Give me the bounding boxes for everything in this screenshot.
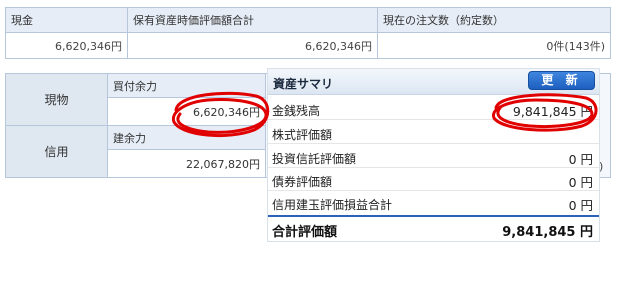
cash-balance-label: 金銭残高 [272,104,321,118]
row-fund-valuation: 投資信託評価額 0 円 [268,145,599,168]
fund-valuation-value: 0 円 [568,152,593,167]
order-count-header: 現在の注文数（約定数） [377,7,611,33]
kaitsuke-label: 買付余力 [107,73,266,98]
summary-value-row: 6,620,346円 6,620,346円 0件(143件) [5,32,611,59]
refresh-button[interactable]: 更 新 [528,71,595,90]
cash-balance-value: 9,841,845 円 [512,104,593,119]
bond-valuation-label: 債券評価額 [272,175,333,189]
row-bond-valuation: 債券評価額 0 円 [268,168,599,191]
row-margin-pnl: 信用建玉評価損益合計 0 円 [268,191,599,214]
right-partial-text: ) [599,160,604,173]
stock-valuation-label: 株式評価額 [272,128,333,142]
bond-valuation-value: 0 円 [568,175,593,190]
row-cash-balance: 金銭残高 9,841,845 円 [268,97,599,120]
tate-label: 建余力 [107,125,266,150]
total-valuation-label: 合計評価額 [272,225,338,240]
cash-value: 6,620,346円 [5,32,128,59]
asset-summary-popup: 資産サマリ 更 新 金銭残高 9,841,845 円 株式評価額 投資信託評価額… [268,69,599,241]
tate-value: 22,067,820円 [107,149,266,178]
margin-pnl-label: 信用建玉評価損益合計 [272,198,393,212]
fund-valuation-label: 投資信託評価額 [272,152,357,166]
genbutsu-label: 現物 [5,73,108,126]
holdings-valuation-header: 保有資産時価評価額合計 [127,7,378,33]
order-count-value: 0件(143件) [377,32,611,59]
cash-header: 現金 [5,7,128,33]
summary-header-row: 現金 保有資産時価評価額合計 現在の注文数（約定数） [5,7,611,33]
holdings-valuation-value: 6,620,346円 [127,32,378,59]
popup-title: 資産サマリ [273,77,334,91]
margin-pnl-value: 0 円 [568,198,593,213]
account-summary-table: 現金 保有資産時価評価額合計 現在の注文数（約定数） 6,620,346円 6,… [5,7,611,59]
shinyo-label: 信用 [5,125,108,178]
total-valuation-row: 合計評価額 9,841,845 円 [268,215,599,240]
total-valuation-value: 9,841,845 円 [502,225,593,240]
popup-header: 資産サマリ 更 新 [268,69,599,95]
row-stock-valuation: 株式評価額 [268,121,599,144]
kaitsuke-value: 6,620,346円 [107,97,266,126]
